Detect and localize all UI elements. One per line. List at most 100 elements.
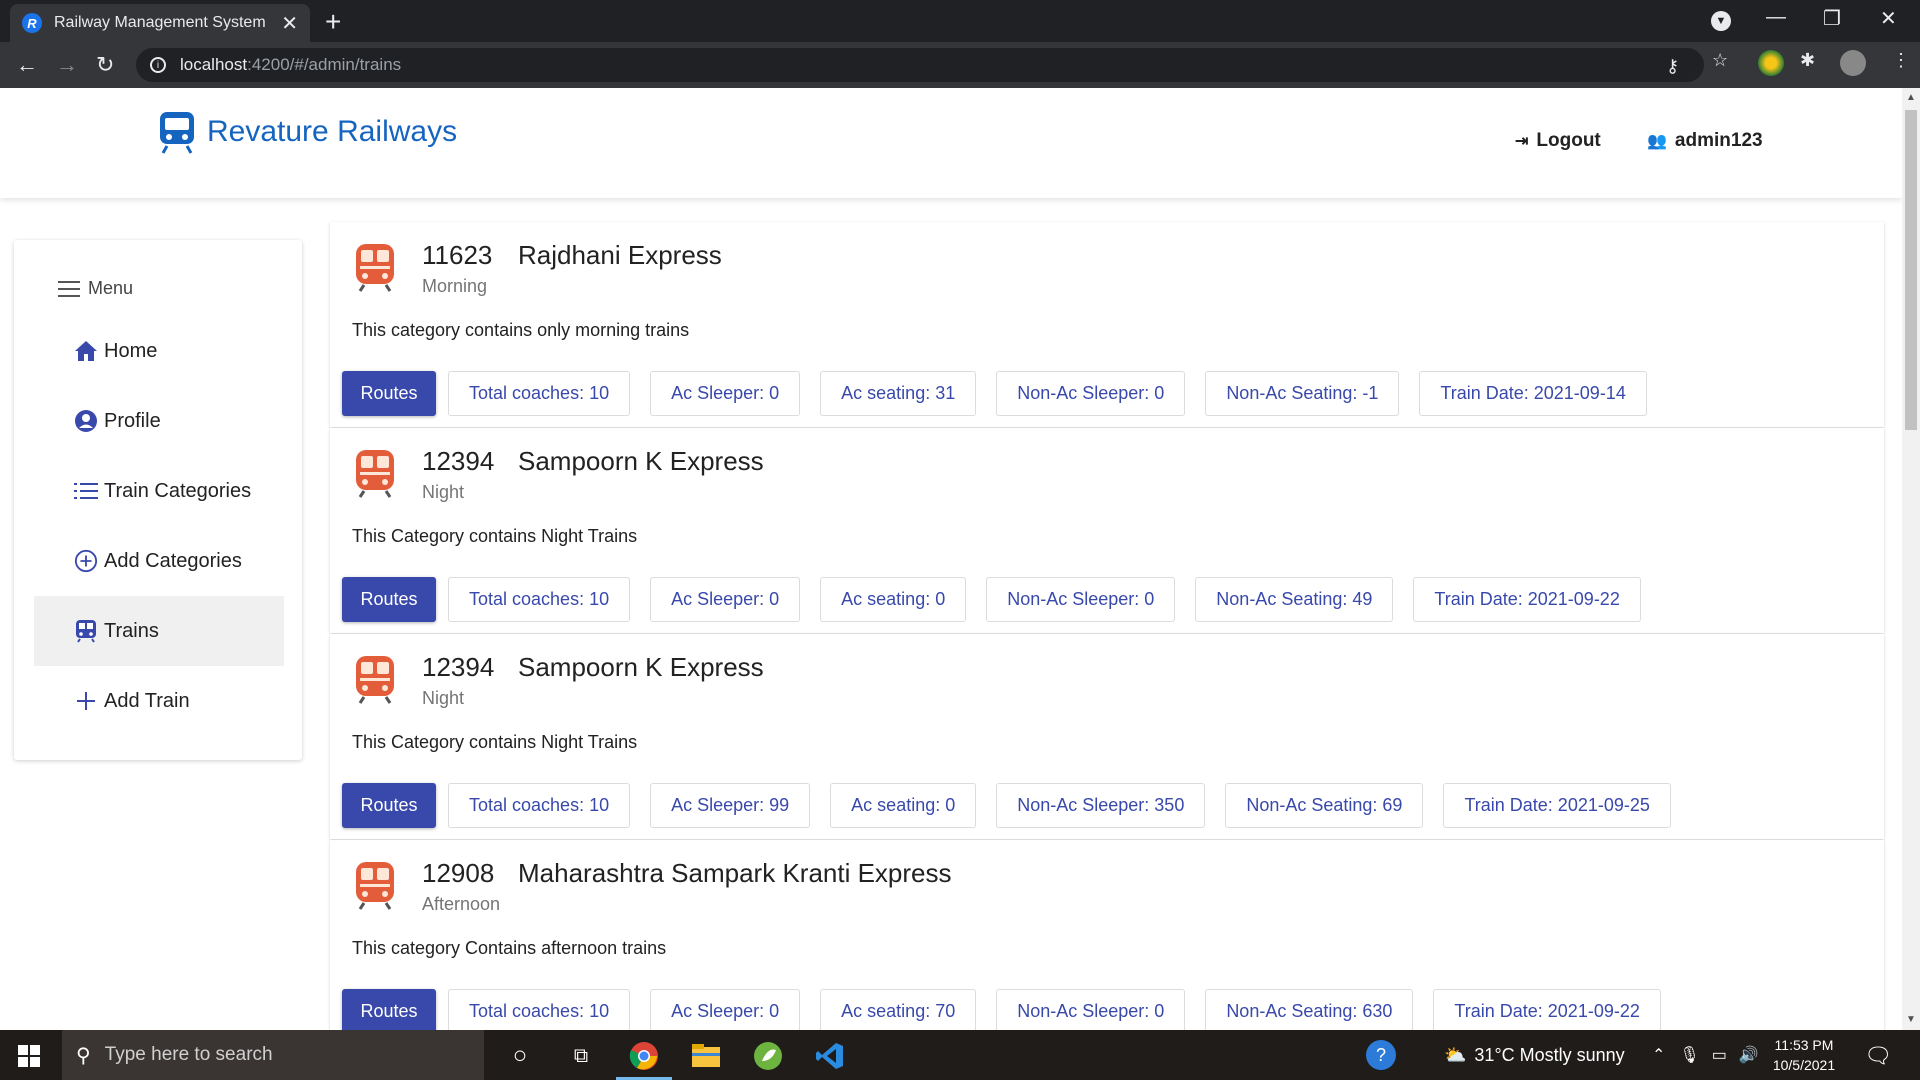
menu-toggle[interactable]: Menu [58, 278, 133, 299]
close-tab-icon[interactable]: ✕ [281, 11, 298, 36]
chevron-up-icon[interactable]: ⌃ [1652, 1045, 1665, 1065]
browser-tab-bar: R Railway Management System ✕ + ▼ — ❐ ✕ [0, 0, 1920, 42]
train-card: 12908 Maharashtra Sampark Kranti Express… [330, 840, 1884, 1030]
new-tab-icon[interactable]: + [325, 6, 341, 38]
restore-icon[interactable]: ❐ [1823, 6, 1841, 31]
tab-title: Railway Management System [54, 14, 266, 31]
help-icon[interactable]: ? [1366, 1040, 1396, 1070]
scroll-thumb[interactable] [1905, 110, 1917, 430]
non-ac-seating-chip: Non-Ac Seating: 630 [1205, 989, 1414, 1030]
back-icon[interactable]: ← [16, 52, 38, 78]
sidebar-item-label: Add Categories [104, 549, 242, 572]
username-label: admin123 [1674, 130, 1763, 151]
sidebar-item-label: Profile [104, 409, 161, 432]
train-details: Routes Total coaches: 10 Ac Sleeper: 0 A… [342, 371, 1667, 416]
profile-avatar-icon[interactable] [1840, 50, 1866, 76]
ac-sleeper-chip: Ac Sleeper: 0 [650, 371, 801, 416]
train-icon [356, 656, 394, 704]
task-view-icon[interactable]: ⧉ [565, 1040, 597, 1072]
routes-button[interactable]: Routes [342, 577, 436, 622]
train-date-chip: Train Date: 2021-09-22 [1433, 989, 1661, 1030]
train-category: Night [422, 688, 465, 708]
notification-icon[interactable]: 🗨 [1862, 1040, 1894, 1072]
train-category: Afternoon [422, 894, 501, 914]
train-date-chip: Train Date: 2021-09-22 [1413, 577, 1641, 622]
site-info-icon[interactable]: i [150, 57, 166, 73]
address-bar[interactable]: i localhost:4200/#/admin/trains ⚷ [136, 48, 1704, 82]
sidebar-item-train-categories[interactable]: Train Categories [34, 456, 284, 526]
microphone-icon[interactable]: 🎙 [1679, 1045, 1699, 1065]
list-icon [74, 482, 98, 500]
non-ac-sleeper-chip: Non-Ac Sleeper: 0 [986, 577, 1176, 622]
logout-link[interactable]: ⇥ Logout [1515, 130, 1601, 152]
sidebar-item-add-categories[interactable]: Add Categories [34, 526, 284, 596]
chrome-menu-icon[interactable]: ⋮ [1892, 50, 1910, 71]
windows-start-icon[interactable] [18, 1045, 40, 1067]
file-explorer-icon[interactable] [690, 1040, 722, 1072]
url-host: localhost [180, 55, 248, 74]
bookmark-star-icon[interactable]: ☆ [1712, 50, 1728, 71]
taskbar-clock[interactable]: 11:53 PM 10/5/2021 [1760, 1035, 1848, 1075]
train-description: This category contains only morning trai… [352, 320, 690, 340]
sign-out-icon: ⇥ [1515, 133, 1529, 150]
spring-tool-icon[interactable] [752, 1040, 784, 1072]
ac-sleeper-chip: Ac Sleeper: 0 [650, 989, 801, 1030]
chrome-taskbar-icon[interactable] [628, 1040, 660, 1072]
browser-tab[interactable]: R Railway Management System ✕ [10, 4, 310, 42]
battery-icon[interactable]: ▭ [1712, 1045, 1727, 1065]
hamburger-icon [58, 280, 80, 297]
train-name: Sampoorn K Express [518, 446, 764, 476]
train-description: This Category contains Night Trains [352, 526, 638, 546]
non-ac-seating-chip: Non-Ac Seating: 69 [1225, 783, 1424, 828]
brand-link[interactable]: Revature Railways [157, 110, 457, 154]
extension-icon[interactable] [1758, 50, 1784, 76]
non-ac-seating-chip: Non-Ac Seating: -1 [1205, 371, 1400, 416]
routes-button[interactable]: Routes [342, 989, 436, 1030]
volume-icon[interactable]: 🔊 [1739, 1045, 1759, 1065]
search-placeholder: Type here to search [104, 1044, 273, 1065]
page-scrollbar[interactable]: ▲ ▼ [1902, 88, 1920, 1030]
brand-name: Revature Railways [207, 115, 458, 148]
total-coaches-chip: Total coaches: 10 [448, 783, 631, 828]
ac-seating-chip: Ac seating: 70 [820, 989, 977, 1030]
train-date-chip: Train Date: 2021-09-14 [1419, 371, 1647, 416]
non-ac-seating-chip: Non-Ac Seating: 49 [1195, 577, 1394, 622]
routes-button[interactable]: Routes [342, 371, 436, 416]
scroll-up-icon[interactable]: ▲ [1906, 92, 1916, 103]
non-ac-sleeper-chip: Non-Ac Sleeper: 0 [996, 989, 1186, 1030]
window-close-icon[interactable]: ✕ [1880, 6, 1897, 31]
forward-icon[interactable]: → [56, 52, 78, 78]
sidebar-item-profile[interactable]: Profile [34, 386, 284, 456]
search-icon: ⚲ [76, 1044, 91, 1067]
sidebar-item-add-train[interactable]: Add Train [34, 666, 284, 736]
taskbar-search[interactable]: ⚲ Type here to search [62, 1030, 484, 1080]
vscode-icon[interactable] [814, 1040, 846, 1072]
sidebar-item-label: Trains [104, 619, 159, 642]
scroll-down-icon[interactable]: ▼ [1906, 1014, 1916, 1025]
routes-button[interactable]: Routes [342, 783, 436, 828]
key-icon[interactable]: ⚷ [1666, 56, 1679, 77]
reload-icon[interactable]: ↻ [96, 52, 114, 78]
train-name: Maharashtra Sampark Kranti Express [518, 858, 952, 888]
total-coaches-chip: Total coaches: 10 [448, 371, 631, 416]
url-path: :4200/#/admin/trains [247, 55, 402, 74]
train-name: Sampoorn K Express [518, 652, 764, 682]
favicon-icon: R [22, 13, 42, 33]
weather-text: 31°C Mostly sunny [1474, 1044, 1625, 1065]
extensions-puzzle-icon[interactable]: ✱ [1800, 50, 1815, 71]
total-coaches-chip: Total coaches: 10 [448, 989, 631, 1030]
ac-seating-chip: Ac seating: 0 [820, 577, 967, 622]
weather-widget[interactable]: ⛅ 31°C Mostly sunny [1444, 1030, 1625, 1080]
tab-search-icon[interactable]: ▼ [1711, 11, 1731, 31]
cortana-icon[interactable]: ○ [504, 1040, 536, 1072]
minimize-icon[interactable]: — [1766, 6, 1786, 29]
sidebar-item-home[interactable]: Home [34, 316, 284, 386]
train-details: Routes Total coaches: 10 Ac Sleeper: 0 A… [342, 577, 1661, 622]
train-card: 12394 Sampoorn K Express Night This Cate… [330, 428, 1884, 633]
train-date-chip: Train Date: 2021-09-25 [1443, 783, 1671, 828]
train-category: Night [422, 482, 465, 502]
sidebar-item-trains[interactable]: Trains [34, 596, 284, 666]
train-card: 11623 Rajdhani Express Morning This cate… [330, 222, 1884, 427]
user-menu[interactable]: 👥 admin123 [1647, 130, 1763, 152]
sidebar-item-label: Home [104, 339, 158, 362]
